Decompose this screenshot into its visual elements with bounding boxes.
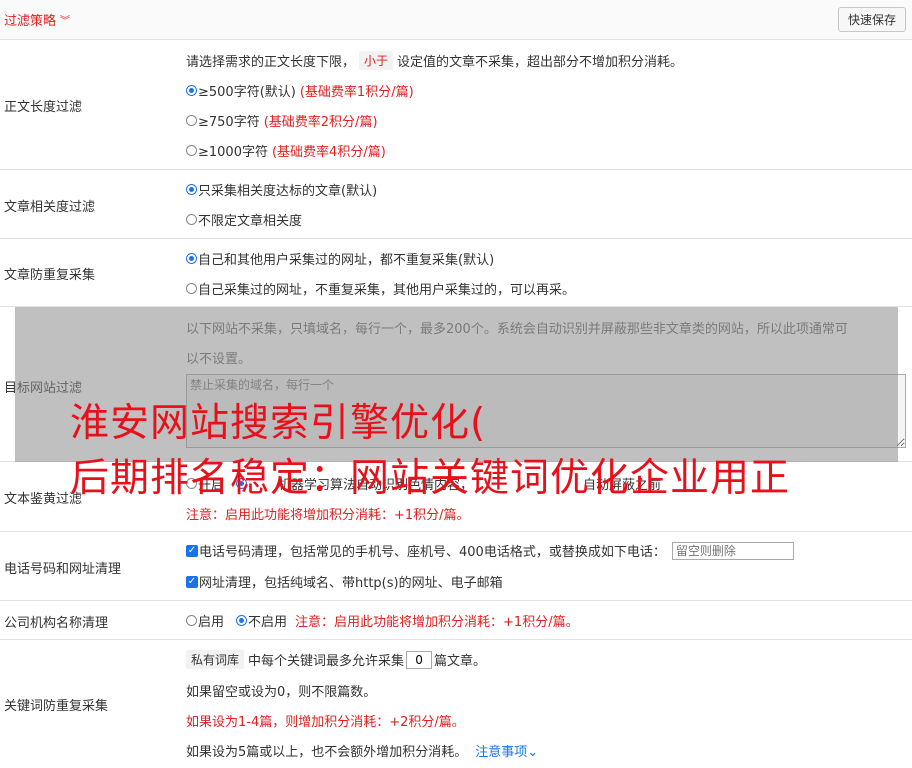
site-filter-desc-line1: 以下网站不采集，只填域名，每行一个，最多200个。系统会自动识别并屏蔽那些非文章… xyxy=(186,322,848,337)
blocked-domains-textarea[interactable] xyxy=(186,374,906,448)
desc-text: 篇文章。 xyxy=(434,654,487,669)
company-clean-options: 启用 不启用 注意：启用此功能将增加积分消耗：+1积分/篇。 xyxy=(186,611,579,630)
length-option-750[interactable]: ≥750字符 (基础费率2积分/篇) xyxy=(186,111,378,130)
less-than-tag: 小于 xyxy=(359,51,394,70)
radio-icon[interactable] xyxy=(186,145,197,156)
quick-save-button[interactable]: 快速保存 xyxy=(837,7,906,32)
radio-selected-icon[interactable] xyxy=(236,615,248,626)
private-lexicon-tag[interactable]: 私有词库 xyxy=(186,650,245,669)
relevance-option-unlimited[interactable]: 不限定文章相关度 xyxy=(186,210,302,229)
option-label: ≥500字符(默认) xyxy=(198,85,296,100)
checkbox-checked-icon[interactable]: ✓ xyxy=(186,575,198,588)
option-label: 自动屏蔽之前 xyxy=(583,478,662,493)
desc-text: 中每个关键词最多允许采集 xyxy=(248,654,405,669)
desc-text: 如果设为5篇或以上，也不会额外增加积分消耗。 xyxy=(186,745,468,760)
option-label: ≥750字符 xyxy=(198,115,260,130)
relevance-option-qualified[interactable]: 只采集相关度达标的文章(默认) xyxy=(186,180,377,199)
option-label: 自己和其他用户采集过的网址，都不重复采集(默认) xyxy=(198,253,495,268)
desc-text: 请选择需求的正文长度下限， xyxy=(186,55,356,70)
replacement-phone-input[interactable] xyxy=(671,541,794,560)
duplicate-option-self[interactable]: 自己采集过的网址，不重复采集，其他用户采集过的，可以再采。 xyxy=(186,279,575,298)
radio-icon[interactable] xyxy=(186,283,197,294)
option-label: 开启 xyxy=(198,478,225,493)
section-title-text: 过滤策略 xyxy=(4,14,57,29)
radio-icon[interactable] xyxy=(186,478,197,489)
keyword-dup-section: 关键词防重复采集 私有词库 中每个关键词最多允许采集 篇文章。 如果留空或设为0… xyxy=(0,640,912,768)
site-filter-desc-line2: 以不设置。 xyxy=(186,352,252,367)
radio-icon[interactable] xyxy=(186,214,197,225)
option-note: (基础费率4积分/篇) xyxy=(271,145,386,160)
option-label: 不启用 xyxy=(248,615,288,630)
chevron-down-icon: ⌄ xyxy=(527,745,539,760)
radio-selected-icon[interactable] xyxy=(236,478,248,489)
filter-header: 过滤策略 ︾ 快速保存 xyxy=(0,0,912,40)
radio-selected-icon[interactable] xyxy=(186,85,197,96)
notes-link[interactable]: 注意事项⌄ xyxy=(475,741,538,760)
phone-url-clean-label: 电话号码和网址清理 xyxy=(4,562,122,577)
content-check-notice: 注意：启用此功能将增加积分消耗：+1积分/篇。 xyxy=(186,508,470,523)
content-check-label: 文本鉴黄过滤 xyxy=(4,492,83,507)
keyword-dup-line4: 如果设为5篇或以上，也不会额外增加积分消耗。 注意事项⌄ xyxy=(186,741,538,760)
option-label: 不限定文章相关度 xyxy=(198,214,303,229)
content-check-section: 文本鉴黄过滤 开启 机器学习算法自动识别色情内容， 自动屏蔽之前 注意：启用此功… xyxy=(0,462,912,532)
phone-clean-option[interactable]: ✓ 电话号码清理，包括常见的手机号、座机号、400电话格式，或替换成如下电话： xyxy=(186,541,794,560)
keyword-dup-line3: 如果设为1-4篇，则增加积分消耗：+2积分/篇。 xyxy=(186,715,465,730)
content-check-options: 开启 机器学习算法自动识别色情内容， 自动屏蔽之前 xyxy=(186,474,661,493)
section-title[interactable]: 过滤策略 ︾ xyxy=(4,10,70,29)
option-note: (基础费率2积分/篇) xyxy=(263,115,378,130)
desc-text: 设定值的文章不采集，超出部分不增加积分消耗。 xyxy=(397,55,684,70)
double-chevron-down-icon[interactable]: ︾ xyxy=(60,12,70,27)
max-articles-input[interactable] xyxy=(406,650,433,669)
length-filter-desc: 请选择需求的正文长度下限， 小于 设定值的文章不采集，超出部分不增加积分消耗。 xyxy=(186,51,683,70)
notes-link-text: 注意事项 xyxy=(475,745,528,760)
url-clean-option[interactable]: ✓ 网址清理，包括纯域名、带http(s)的网址、电子邮箱 xyxy=(186,572,503,591)
site-filter-label: 目标网站过滤 xyxy=(4,381,83,396)
relevance-filter-label: 文章相关度过滤 xyxy=(4,200,96,215)
duplicate-option-all[interactable]: 自己和其他用户采集过的网址，都不重复采集(默认) xyxy=(186,249,494,268)
option-label: 启用 xyxy=(198,615,225,630)
length-option-500[interactable]: ≥500字符(默认) (基础费率1积分/篇) xyxy=(186,81,414,100)
radio-selected-icon[interactable] xyxy=(186,253,197,264)
relevance-filter-section: 文章相关度过滤 只采集相关度达标的文章(默认) 不限定文章相关度 xyxy=(0,170,912,239)
length-filter-label: 正文长度过滤 xyxy=(4,100,83,115)
option-label: ≥1000字符 xyxy=(198,145,268,160)
keyword-dup-line2: 如果留空或设为0，则不限篇数。 xyxy=(186,685,377,700)
radio-icon[interactable] xyxy=(186,615,197,626)
phone-url-clean-section: 电话号码和网址清理 ✓ 电话号码清理，包括常见的手机号、座机号、400电话格式，… xyxy=(0,532,912,601)
length-option-1000[interactable]: ≥1000字符 (基础费率4积分/篇) xyxy=(186,141,386,160)
option-label: 网址清理，包括纯域名、带http(s)的网址、电子邮箱 xyxy=(199,576,503,591)
option-label: 自己采集过的网址，不重复采集，其他用户采集过的，可以再采。 xyxy=(198,283,576,298)
company-clean-notice: 注意：启用此功能将增加积分消耗：+1积分/篇。 xyxy=(295,615,579,630)
duplicate-filter-section: 文章防重复采集 自己和其他用户采集过的网址，都不重复采集(默认) 自己采集过的网… xyxy=(0,239,912,307)
option-label: 机器学习算法自动识别色情内容， xyxy=(278,478,474,493)
radio-selected-icon[interactable] xyxy=(186,184,197,195)
keyword-dup-line1: 私有词库 中每个关键词最多允许采集 篇文章。 xyxy=(186,650,486,669)
option-label: 电话号码清理，包括常见的手机号、座机号、400电话格式，或替换成如下电话： xyxy=(199,545,666,560)
duplicate-filter-label: 文章防重复采集 xyxy=(4,268,96,283)
length-filter-section: 正文长度过滤 请选择需求的正文长度下限， 小于 设定值的文章不采集，超出部分不增… xyxy=(0,40,912,170)
keyword-dup-label: 关键词防重复采集 xyxy=(4,699,109,714)
company-clean-section: 公司机构名称清理 启用 不启用 注意：启用此功能将增加积分消耗：+1积分/篇。 xyxy=(0,601,912,640)
option-label: 只采集相关度达标的文章(默认) xyxy=(198,184,378,199)
radio-icon[interactable] xyxy=(186,115,197,126)
company-clean-label: 公司机构名称清理 xyxy=(4,616,109,631)
checkbox-checked-icon[interactable]: ✓ xyxy=(186,544,198,557)
option-note: (基础费率1积分/篇) xyxy=(299,85,414,100)
